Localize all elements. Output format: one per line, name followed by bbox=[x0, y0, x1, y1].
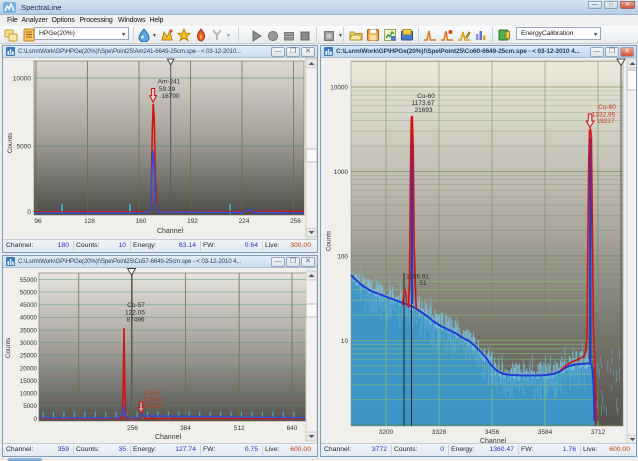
svg-text:10: 10 bbox=[341, 338, 349, 345]
svg-text:122.05: 122.05 bbox=[125, 310, 145, 317]
svg-text:35000: 35000 bbox=[20, 327, 38, 334]
svg-text:Channel: Channel bbox=[155, 434, 182, 441]
svg-text:1000: 1000 bbox=[334, 169, 349, 176]
svg-text:3456: 3456 bbox=[485, 429, 500, 436]
svg-text:100: 100 bbox=[337, 253, 348, 260]
svg-text:87496: 87496 bbox=[126, 317, 144, 324]
svg-text:96: 96 bbox=[34, 218, 42, 225]
svg-text:384: 384 bbox=[180, 425, 191, 432]
svg-text:128: 128 bbox=[84, 218, 95, 225]
svg-text:1173.67: 1173.67 bbox=[411, 100, 434, 107]
svg-text:10825: 10825 bbox=[144, 403, 162, 410]
svg-text:3328: 3328 bbox=[432, 429, 447, 436]
svg-text:Counts: Counts bbox=[7, 132, 14, 153]
svg-text:40000: 40000 bbox=[20, 315, 38, 322]
svg-text:5000: 5000 bbox=[17, 143, 32, 150]
svg-text:30000: 30000 bbox=[20, 340, 38, 347]
svg-text:21693: 21693 bbox=[414, 107, 432, 114]
svg-text:Co-60: Co-60 bbox=[417, 93, 435, 100]
svg-text:Counts: Counts bbox=[5, 337, 12, 358]
svg-text:256: 256 bbox=[290, 218, 301, 225]
svg-text:640: 640 bbox=[287, 425, 298, 432]
svg-text:15000: 15000 bbox=[20, 378, 38, 385]
svg-text:16790: 16790 bbox=[161, 93, 179, 100]
svg-text:256: 256 bbox=[127, 425, 138, 432]
svg-text:Channel: Channel bbox=[157, 228, 184, 235]
svg-text:20000: 20000 bbox=[20, 365, 38, 372]
svg-text:Counts: Counts bbox=[326, 230, 333, 251]
svg-text:45000: 45000 bbox=[20, 302, 38, 309]
svg-text:Co-60: Co-60 bbox=[598, 104, 616, 111]
svg-text:Co-57: Co-57 bbox=[127, 302, 145, 309]
svg-text:50000: 50000 bbox=[20, 289, 38, 296]
svg-text:512: 512 bbox=[234, 425, 245, 432]
svg-text:3584: 3584 bbox=[538, 429, 553, 436]
svg-text:0: 0 bbox=[27, 209, 31, 216]
svg-text:3712: 3712 bbox=[591, 429, 606, 436]
svg-text:3200: 3200 bbox=[379, 429, 394, 436]
svg-text:19227: 19227 bbox=[596, 118, 614, 125]
svg-text:160: 160 bbox=[136, 218, 147, 225]
svg-text:10000: 10000 bbox=[330, 84, 348, 91]
svg-text:10000: 10000 bbox=[13, 75, 31, 82]
svg-text:5000: 5000 bbox=[23, 403, 37, 410]
svg-text:25000: 25000 bbox=[20, 353, 38, 360]
svg-text:192: 192 bbox=[187, 218, 198, 225]
svg-text:55000: 55000 bbox=[20, 277, 38, 284]
svg-text:224: 224 bbox=[239, 218, 250, 225]
svg-text:0: 0 bbox=[34, 416, 38, 423]
svg-text:10000: 10000 bbox=[20, 391, 38, 398]
svg-text:Am-241: Am-241 bbox=[158, 79, 181, 86]
svg-text:51: 51 bbox=[419, 280, 427, 287]
